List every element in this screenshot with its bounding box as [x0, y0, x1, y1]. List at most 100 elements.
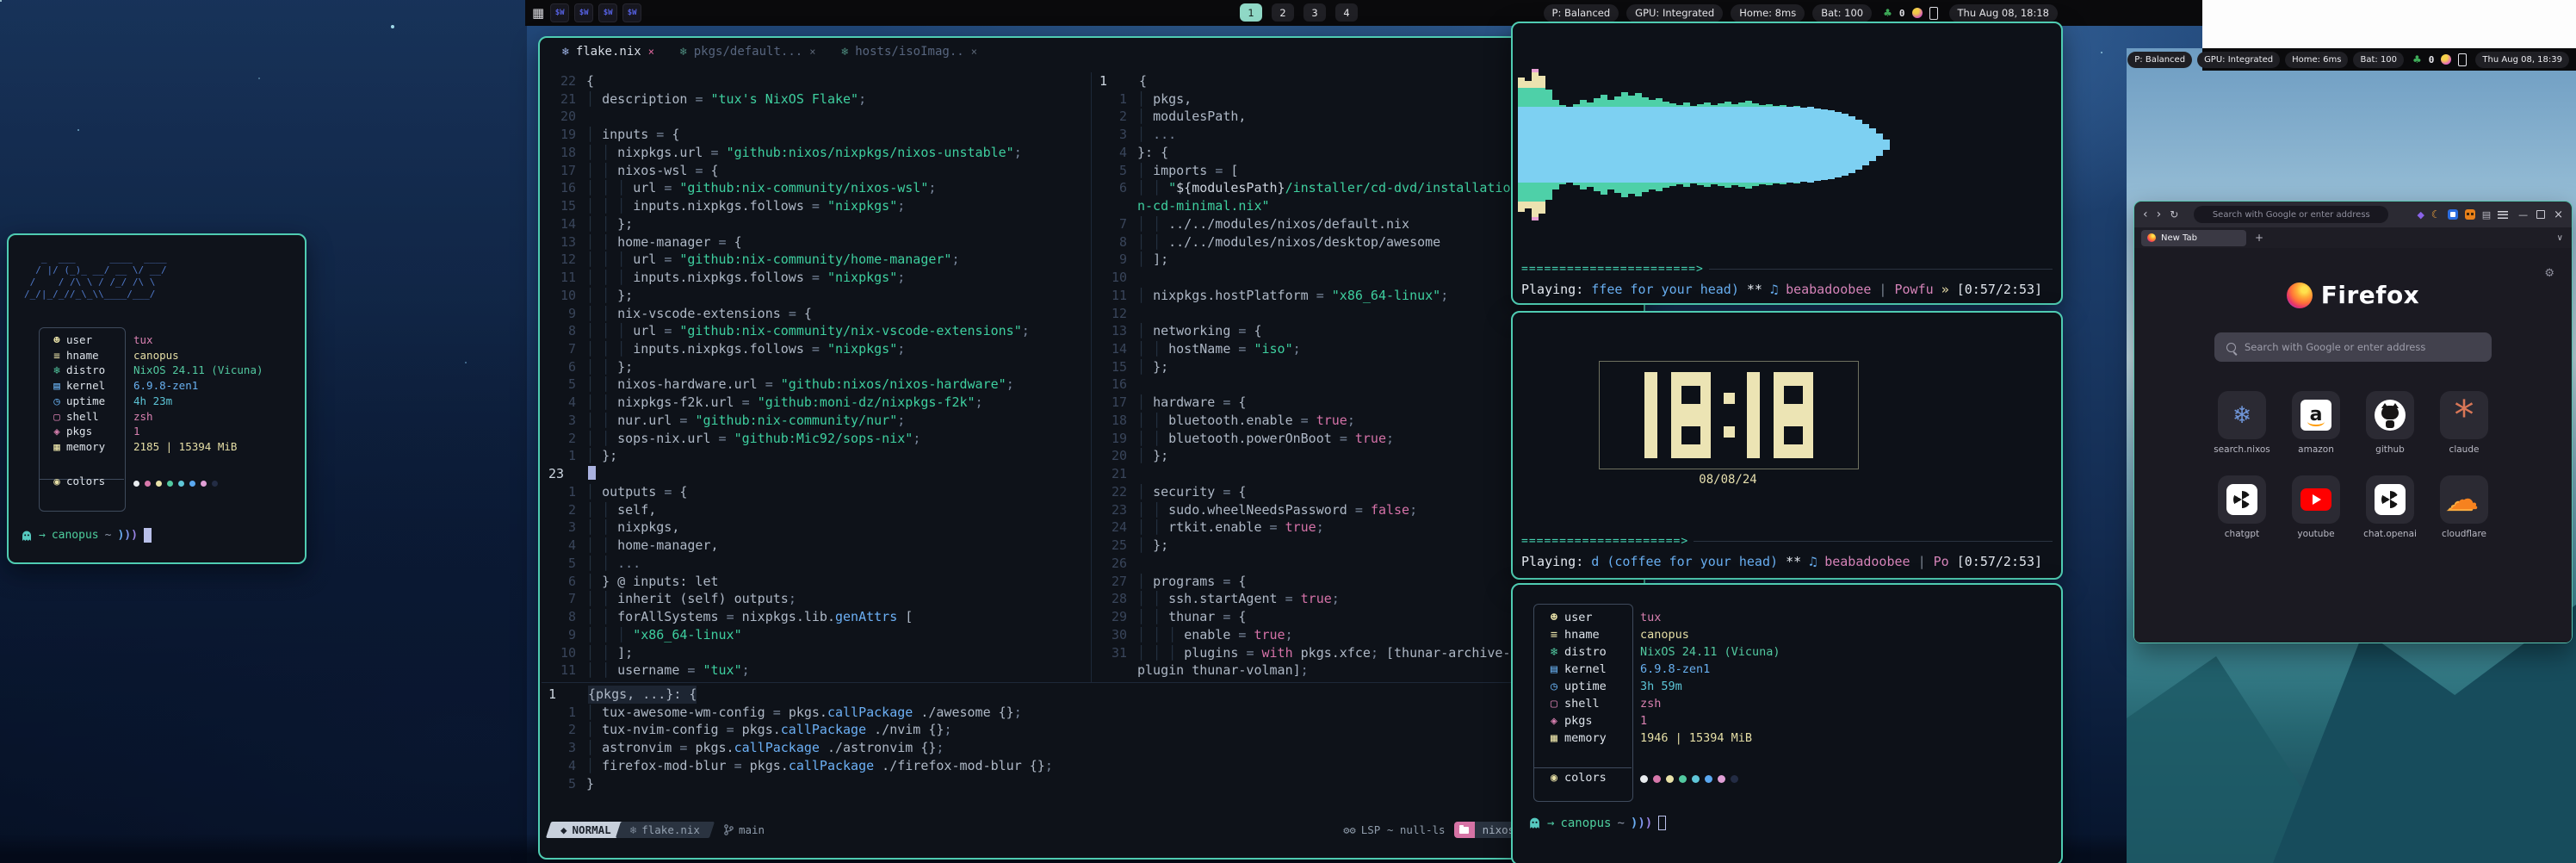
- shortcut-youtube[interactable]: youtube: [2287, 475, 2345, 539]
- maximize-icon[interactable]: [2536, 210, 2545, 219]
- visualizer-bar: [1573, 104, 1580, 185]
- user-icon: ☻: [47, 333, 66, 346]
- editor-tab-pkgs/default...[interactable]: ❄pkgs/default...×: [680, 45, 816, 59]
- shortcut-chat.openai[interactable]: chat.openai: [2361, 475, 2419, 539]
- code-line: 2│ │ sops-nix.url = "github:Mic92/sops-n…: [547, 430, 1087, 448]
- workspace-button-2[interactable]: 2: [1272, 3, 1294, 22]
- shortcut-label: search.nixos: [2214, 444, 2270, 455]
- firefox-window[interactable]: ‹ › ↻ Search with Google or enter addres…: [2133, 201, 2573, 643]
- fastfetch-row-kernel: ▤kernel6.9.8-zen1: [47, 379, 105, 392]
- tab-list-chevron-icon[interactable]: ∨: [2557, 233, 2563, 243]
- ghost-icon: [21, 530, 33, 542]
- code-line: 2│ │ self,: [547, 501, 1087, 519]
- tty-clock-display: [1599, 361, 1859, 469]
- extension-icons: ◆ ☾ ▤: [2417, 208, 2508, 220]
- nix-snowflake-icon: ❄: [680, 46, 687, 59]
- workspace-switcher: 1234: [1240, 3, 1358, 22]
- terminal-fastfetch-right[interactable]: ☻usertux≡hnamecanopus❄distroNixOS 24.11 …: [1511, 583, 2063, 863]
- color-swatch: [1679, 775, 1687, 783]
- editor-tab-flake.nix[interactable]: ❄flake.nix×: [562, 45, 654, 59]
- workspace-button-1[interactable]: 1: [1240, 3, 1262, 22]
- userscript-extension-icon[interactable]: [2465, 209, 2475, 220]
- code-line: 5│ │ nixos-hardware.url = "github:nixos/…: [547, 376, 1087, 394]
- workspace-button-4[interactable]: 4: [1335, 3, 1358, 22]
- url-bar[interactable]: Search with Google or enter address: [2194, 206, 2388, 223]
- visualizer-bar: [1669, 103, 1676, 186]
- prompt-arrow: →: [1547, 816, 1554, 830]
- shortcut-claude[interactable]: *claude: [2435, 391, 2493, 455]
- shortcut-amazon[interactable]: aamazon: [2287, 391, 2345, 455]
- now-playing-text: Playing: d (coffee for your head) ** ♫ b…: [1521, 554, 2042, 569]
- forward-icon[interactable]: ›: [2157, 208, 2162, 221]
- tab-close-icon[interactable]: ×: [648, 46, 654, 58]
- visualizer-bar: [1718, 103, 1725, 186]
- terminal-clock[interactable]: 08/08/24 =====================> Playing:…: [1511, 311, 2063, 580]
- dark-mode-extension-icon[interactable]: ☾: [2431, 208, 2441, 220]
- shortcut-search.nixos[interactable]: ❄search.nixos: [2213, 391, 2271, 455]
- back-icon[interactable]: ‹: [2143, 208, 2148, 221]
- code-line: 19│ inputs = {: [547, 126, 1087, 144]
- progress-track: [1709, 269, 2053, 270]
- extension-diamond-icon[interactable]: ◆: [2417, 209, 2424, 220]
- terminal-music-visualizer[interactable]: =======================> Playing: ffee f…: [1511, 22, 2063, 305]
- tray-terminal-icon[interactable]: $W: [550, 3, 569, 22]
- workspace-button-3[interactable]: 3: [1303, 3, 1326, 22]
- newtab-search-input[interactable]: Search with Google or enter address: [2214, 332, 2492, 362]
- code-line: 7│ │ │ inputs.nixpkgs.follows = "nixpkgs…: [547, 340, 1087, 358]
- visualizer-bar: [1745, 101, 1752, 189]
- prompt-host: canopus: [52, 529, 99, 542]
- code-pane-pkgs-default[interactable]: 1{pkgs, ...}: {1│ tux-awesome-wm-config …: [547, 686, 1633, 794]
- shortcut-github[interactable]: github: [2361, 391, 2419, 455]
- minimize-icon[interactable]: —: [2518, 209, 2528, 220]
- firefox-icon: [2147, 233, 2156, 242]
- code-line: 5│ │ ...: [547, 555, 1087, 573]
- visualizer-bar: [1807, 107, 1814, 183]
- tree-icon: ♣: [2412, 53, 2422, 65]
- nix-snowflake-icon: ❄: [841, 46, 848, 59]
- tray-terminal-icon[interactable]: $W: [574, 3, 593, 22]
- visualizer-bar: [1876, 133, 1883, 156]
- page-settings-gear-icon[interactable]: ⚙: [2544, 267, 2554, 280]
- github-octocat-icon: [2375, 400, 2406, 431]
- tab-close-icon[interactable]: ×: [971, 46, 977, 58]
- shortcut-label: amazon: [2298, 444, 2334, 455]
- firefox-logo-lockup: Firefox: [2134, 281, 2572, 309]
- tab-close-icon[interactable]: ×: [809, 46, 815, 58]
- firefox-new-tab-page: ⚙ Firefox Search with Google or enter ad…: [2134, 248, 2572, 643]
- app-launcher-icon[interactable]: ▦: [532, 7, 544, 20]
- visualizer-bar: [1883, 140, 1890, 150]
- tab-new-tab[interactable]: New Tab: [2141, 230, 2246, 246]
- visualizer-bar: [1539, 76, 1545, 214]
- reload-icon[interactable]: ↻: [2170, 208, 2178, 220]
- uptime-icon: ◷: [47, 394, 66, 407]
- editor-tab-hosts/isoImag..[interactable]: ❄hosts/isoImag..×: [841, 45, 977, 59]
- status-widgets-secondary: P: BalancedGPU: IntegratedHome: 6msBat: …: [2127, 51, 2569, 68]
- shortcut-chatgpt[interactable]: chatgpt: [2213, 475, 2271, 539]
- fastfetch-row-hname: ≡hnamecanopus: [47, 349, 99, 362]
- code-line: 10│ │ ];: [547, 644, 1087, 662]
- menu-icon[interactable]: [2498, 211, 2508, 219]
- visualizer-bar: [1566, 107, 1573, 183]
- terminal-fastfetch-left[interactable]: _ ___ ____ ____ / |/ (_)_ __/ __ \/ __/ …: [7, 233, 307, 564]
- tray-terminal-icon[interactable]: $W: [622, 3, 641, 22]
- close-icon[interactable]: ×: [2554, 208, 2563, 221]
- neovim-editor-window[interactable]: ❄flake.nix× ❄pkgs/default...× ❄hosts/isoIm…: [538, 36, 1645, 860]
- status-bar-secondary: P: BalancedGPU: IntegratedHome: 6msBat: …: [2202, 48, 2576, 71]
- visualizer-bar: [1635, 93, 1642, 196]
- library-icon[interactable]: ▤: [2482, 209, 2491, 220]
- status-pill: Home: 8ms: [1731, 4, 1805, 22]
- visualizer-bar: [1663, 102, 1669, 188]
- phone-icon: [2458, 53, 2467, 66]
- memory-icon: ▦: [47, 440, 66, 453]
- pane-separator-horizontal: [542, 682, 1638, 683]
- visualizer-bar: [1848, 116, 1855, 173]
- shortcut-cloudflare[interactable]: ☁cloudflare: [2435, 475, 2493, 539]
- password-manager-icon[interactable]: [2448, 209, 2458, 220]
- lsp-status: ⚙⚙LSP ~ null-ls: [1343, 823, 1445, 836]
- wallpaper-stars: [0, 0, 2, 2]
- status-pill: GPU: Integrated: [1626, 4, 1723, 22]
- bluetooth-icon: 0: [1899, 8, 1905, 19]
- tray-terminal-icon[interactable]: $W: [598, 3, 617, 22]
- code-pane-flake-nix[interactable]: 22{21│ description = "tux's NixOS Flake"…: [547, 72, 1087, 680]
- new-tab-button[interactable]: +: [2255, 232, 2263, 244]
